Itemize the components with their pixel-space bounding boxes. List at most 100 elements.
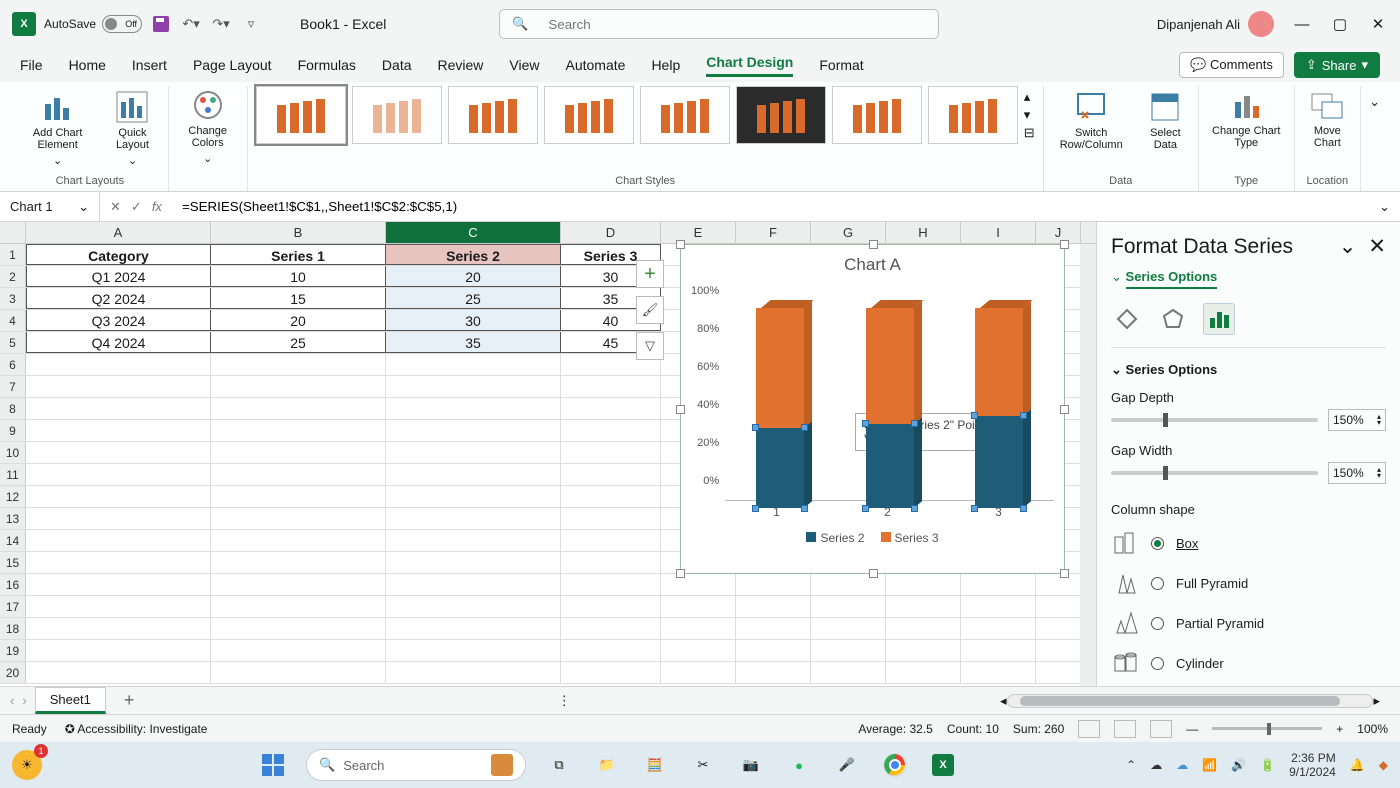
cell[interactable] (886, 662, 961, 683)
cell[interactable] (26, 530, 211, 551)
series-options-dropdown-icon[interactable]: ⌄ (1111, 269, 1122, 284)
cell[interactable] (26, 640, 211, 661)
change-colors-button[interactable]: Change Colors ⌄ (177, 86, 239, 167)
cell[interactable] (561, 486, 661, 507)
cell[interactable] (386, 420, 561, 441)
chart-style-6[interactable] (736, 86, 826, 144)
toggle-switch[interactable]: Off (102, 15, 142, 33)
column-header[interactable]: C (386, 222, 561, 243)
calculator-icon[interactable]: 🧮 (640, 750, 670, 780)
minimize-button[interactable]: — (1292, 16, 1312, 33)
enter-icon[interactable]: ✓ (131, 199, 142, 215)
cell[interactable] (211, 442, 386, 463)
row-header[interactable]: 8 (0, 398, 26, 419)
cell[interactable]: Q3 2024 (26, 310, 211, 331)
cancel-icon[interactable]: ✕ (110, 199, 121, 215)
column-header[interactable]: E (661, 222, 736, 243)
taskbar-search[interactable]: 🔍Search (306, 749, 526, 781)
resize-handle[interactable] (676, 240, 685, 249)
row-header[interactable]: 5 (0, 332, 26, 353)
column-header[interactable]: J (1036, 222, 1081, 243)
resize-handle[interactable] (1060, 569, 1069, 578)
menu-chart-design[interactable]: Chart Design (706, 54, 793, 77)
chart-style-2[interactable] (352, 86, 442, 144)
menu-insert[interactable]: Insert (132, 57, 167, 73)
chart-style-1[interactable] (256, 86, 346, 144)
search-box[interactable]: 🔍 (499, 9, 939, 39)
cell[interactable] (26, 486, 211, 507)
name-box-dropdown-icon[interactable]: ⌄ (78, 199, 89, 215)
fx-icon[interactable]: fx (152, 199, 162, 215)
cell[interactable]: Series 1 (211, 244, 386, 265)
effects-icon[interactable] (1157, 303, 1189, 335)
row-header[interactable]: 19 (0, 640, 26, 661)
volume-icon[interactable]: 🔊 (1231, 758, 1246, 772)
cell[interactable] (561, 662, 661, 683)
select-all-corner[interactable] (0, 222, 26, 243)
cell[interactable] (1036, 618, 1081, 639)
chart-filters-button[interactable]: ▽ (636, 332, 664, 360)
column-header[interactable]: D (561, 222, 661, 243)
normal-view-button[interactable] (1078, 720, 1100, 738)
embedded-chart[interactable]: Chart A 100% 80% 60% 40% 20% 0% Series "… (680, 244, 1065, 574)
cell[interactable] (736, 574, 811, 595)
shape-full-pyramid-option[interactable]: Full Pyramid (1111, 569, 1386, 597)
cell[interactable] (561, 640, 661, 661)
tray-expand-icon[interactable]: ⌃ (1126, 758, 1136, 772)
chart-style-5[interactable] (640, 86, 730, 144)
cell[interactable] (211, 354, 386, 375)
clock[interactable]: 2:36 PM9/1/2024 (1289, 751, 1336, 780)
notifications-icon[interactable]: 🔔 (1350, 758, 1365, 772)
close-button[interactable]: ✕ (1368, 15, 1388, 33)
tab-prev-icon[interactable]: ‹ (10, 693, 14, 708)
cell[interactable]: Q4 2024 (26, 332, 211, 353)
camera-icon[interactable]: 📷 (736, 750, 766, 780)
chart-styles-button[interactable]: 🖌 (636, 296, 664, 324)
horizontal-scrollbar[interactable]: ◂▸ (1000, 694, 1380, 708)
shape-box-option[interactable]: Box (1111, 529, 1386, 557)
cloud-icon[interactable]: ☁ (1176, 758, 1188, 772)
row-header[interactable]: 12 (0, 486, 26, 507)
cell[interactable] (961, 662, 1036, 683)
row-header[interactable]: 9 (0, 420, 26, 441)
spotify-icon[interactable]: ● (784, 750, 814, 780)
task-view-icon[interactable]: ⧉ (544, 750, 574, 780)
row-header[interactable]: 20 (0, 662, 26, 683)
cell[interactable] (736, 640, 811, 661)
cell[interactable] (1036, 640, 1081, 661)
chart-style-4[interactable] (544, 86, 634, 144)
cell[interactable] (386, 530, 561, 551)
cell[interactable] (886, 640, 961, 661)
cell[interactable] (811, 662, 886, 683)
cell[interactable] (886, 574, 961, 595)
menu-format[interactable]: Format (819, 57, 863, 73)
menu-automate[interactable]: Automate (566, 57, 626, 73)
wifi-icon[interactable]: 📶 (1202, 758, 1217, 772)
cell[interactable] (26, 618, 211, 639)
row-header[interactable]: 18 (0, 618, 26, 639)
cell[interactable] (661, 574, 736, 595)
gap-depth-input[interactable]: 150%▴▾ (1328, 409, 1386, 431)
cell[interactable] (811, 618, 886, 639)
cell[interactable] (736, 618, 811, 639)
cell[interactable] (386, 464, 561, 485)
cell[interactable] (211, 398, 386, 419)
row-header[interactable]: 4 (0, 310, 26, 331)
series-options-icon[interactable] (1203, 303, 1235, 335)
cell[interactable]: Series 2 (386, 244, 561, 265)
cell[interactable] (886, 618, 961, 639)
cell[interactable] (386, 662, 561, 683)
start-weather-icon[interactable]: ☀1 (12, 750, 42, 780)
column-header[interactable]: A (26, 222, 211, 243)
zoom-level[interactable]: 100% (1357, 722, 1388, 736)
chrome-icon[interactable] (880, 750, 910, 780)
tab-next-icon[interactable]: › (22, 693, 26, 708)
cell[interactable] (26, 662, 211, 683)
cell[interactable] (211, 530, 386, 551)
cell[interactable] (211, 640, 386, 661)
column-header[interactable]: F (736, 222, 811, 243)
cell[interactable] (386, 574, 561, 595)
search-input[interactable] (538, 17, 926, 32)
chart-style-7[interactable] (832, 86, 922, 144)
gap-depth-slider[interactable] (1111, 418, 1318, 422)
